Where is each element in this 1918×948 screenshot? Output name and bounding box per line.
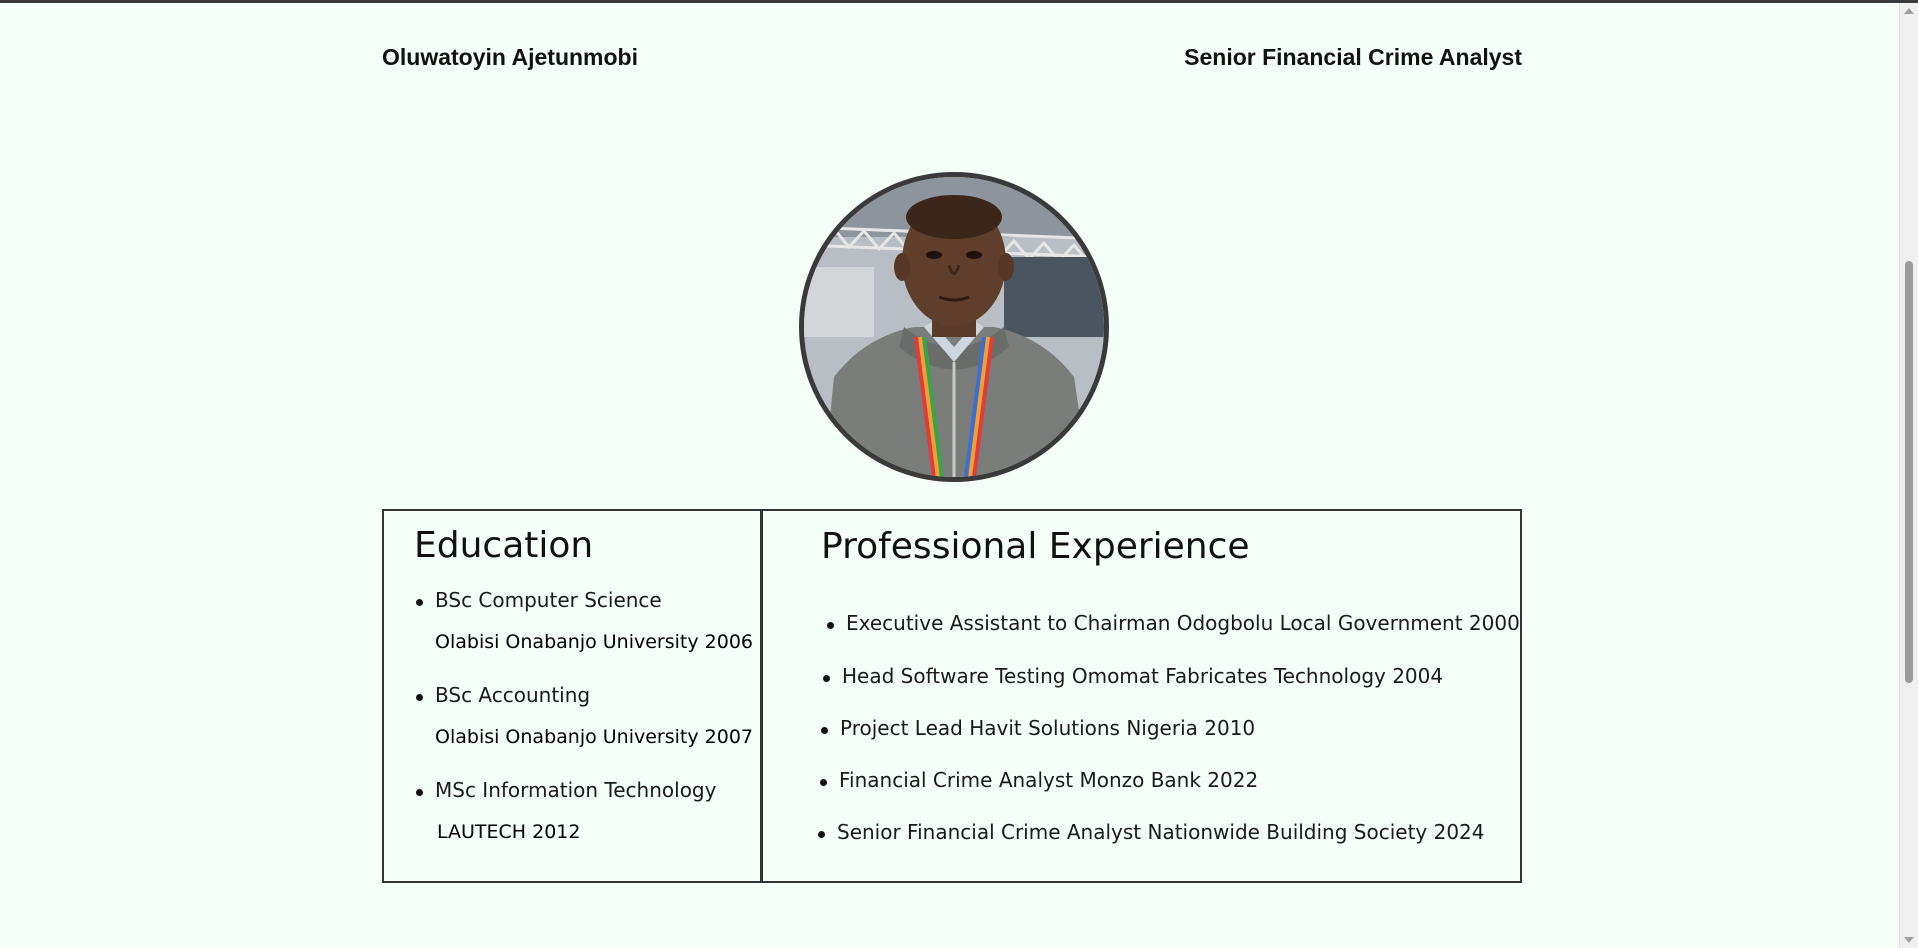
bullet-icon	[818, 831, 825, 838]
bullet-icon	[820, 779, 827, 786]
education-institution: LAUTECH 2012	[437, 821, 581, 843]
profile-photo	[799, 172, 1109, 482]
profile-photo-image	[804, 177, 1104, 477]
experience-entry: Project Lead Havit Solutions Nigeria 201…	[840, 716, 1256, 740]
scroll-up-icon[interactable]	[1904, 8, 1914, 14]
experience-entry: Head Software Testing Omomat Fabricates …	[842, 664, 1444, 688]
experience-heading: Professional Experience	[821, 526, 1250, 567]
scroll-down-icon[interactable]	[1904, 937, 1914, 943]
education-degree: MSc Information Technology	[435, 778, 717, 802]
bullet-icon	[821, 727, 828, 734]
experience-entry: Financial Crime Analyst Monzo Bank 2022	[839, 768, 1259, 792]
experience-entry: Executive Assistant to Chairman Odogbolu…	[846, 611, 1520, 635]
resume-page: Oluwatoyin Ajetunmobi Senior Financial C…	[0, 0, 1900, 948]
bullet-icon	[416, 694, 423, 701]
experience-entry: Senior Financial Crime Analyst Nationwid…	[837, 820, 1485, 844]
bullet-icon	[823, 675, 830, 682]
header-name: Oluwatoyin Ajetunmobi	[382, 44, 638, 70]
bullet-icon	[416, 599, 423, 606]
education-heading: Education	[414, 525, 594, 566]
bullet-icon	[416, 789, 423, 796]
experience-section: Professional Experience Executive Assist…	[761, 509, 1522, 883]
bullet-icon	[827, 622, 834, 629]
header-job-title: Senior Financial Crime Analyst	[1184, 44, 1522, 70]
scrollbar-thumb[interactable]	[1905, 261, 1913, 683]
education-institution: Olabisi Onabanjo University 2006	[435, 631, 753, 653]
education-institution: Olabisi Onabanjo University 2007	[435, 726, 753, 748]
education-degree: BSc Computer Science	[435, 588, 662, 612]
vertical-scrollbar[interactable]	[1899, 3, 1918, 948]
education-degree: BSc Accounting	[435, 683, 591, 707]
education-section: Education BSc Computer Science Olabisi O…	[382, 509, 762, 883]
